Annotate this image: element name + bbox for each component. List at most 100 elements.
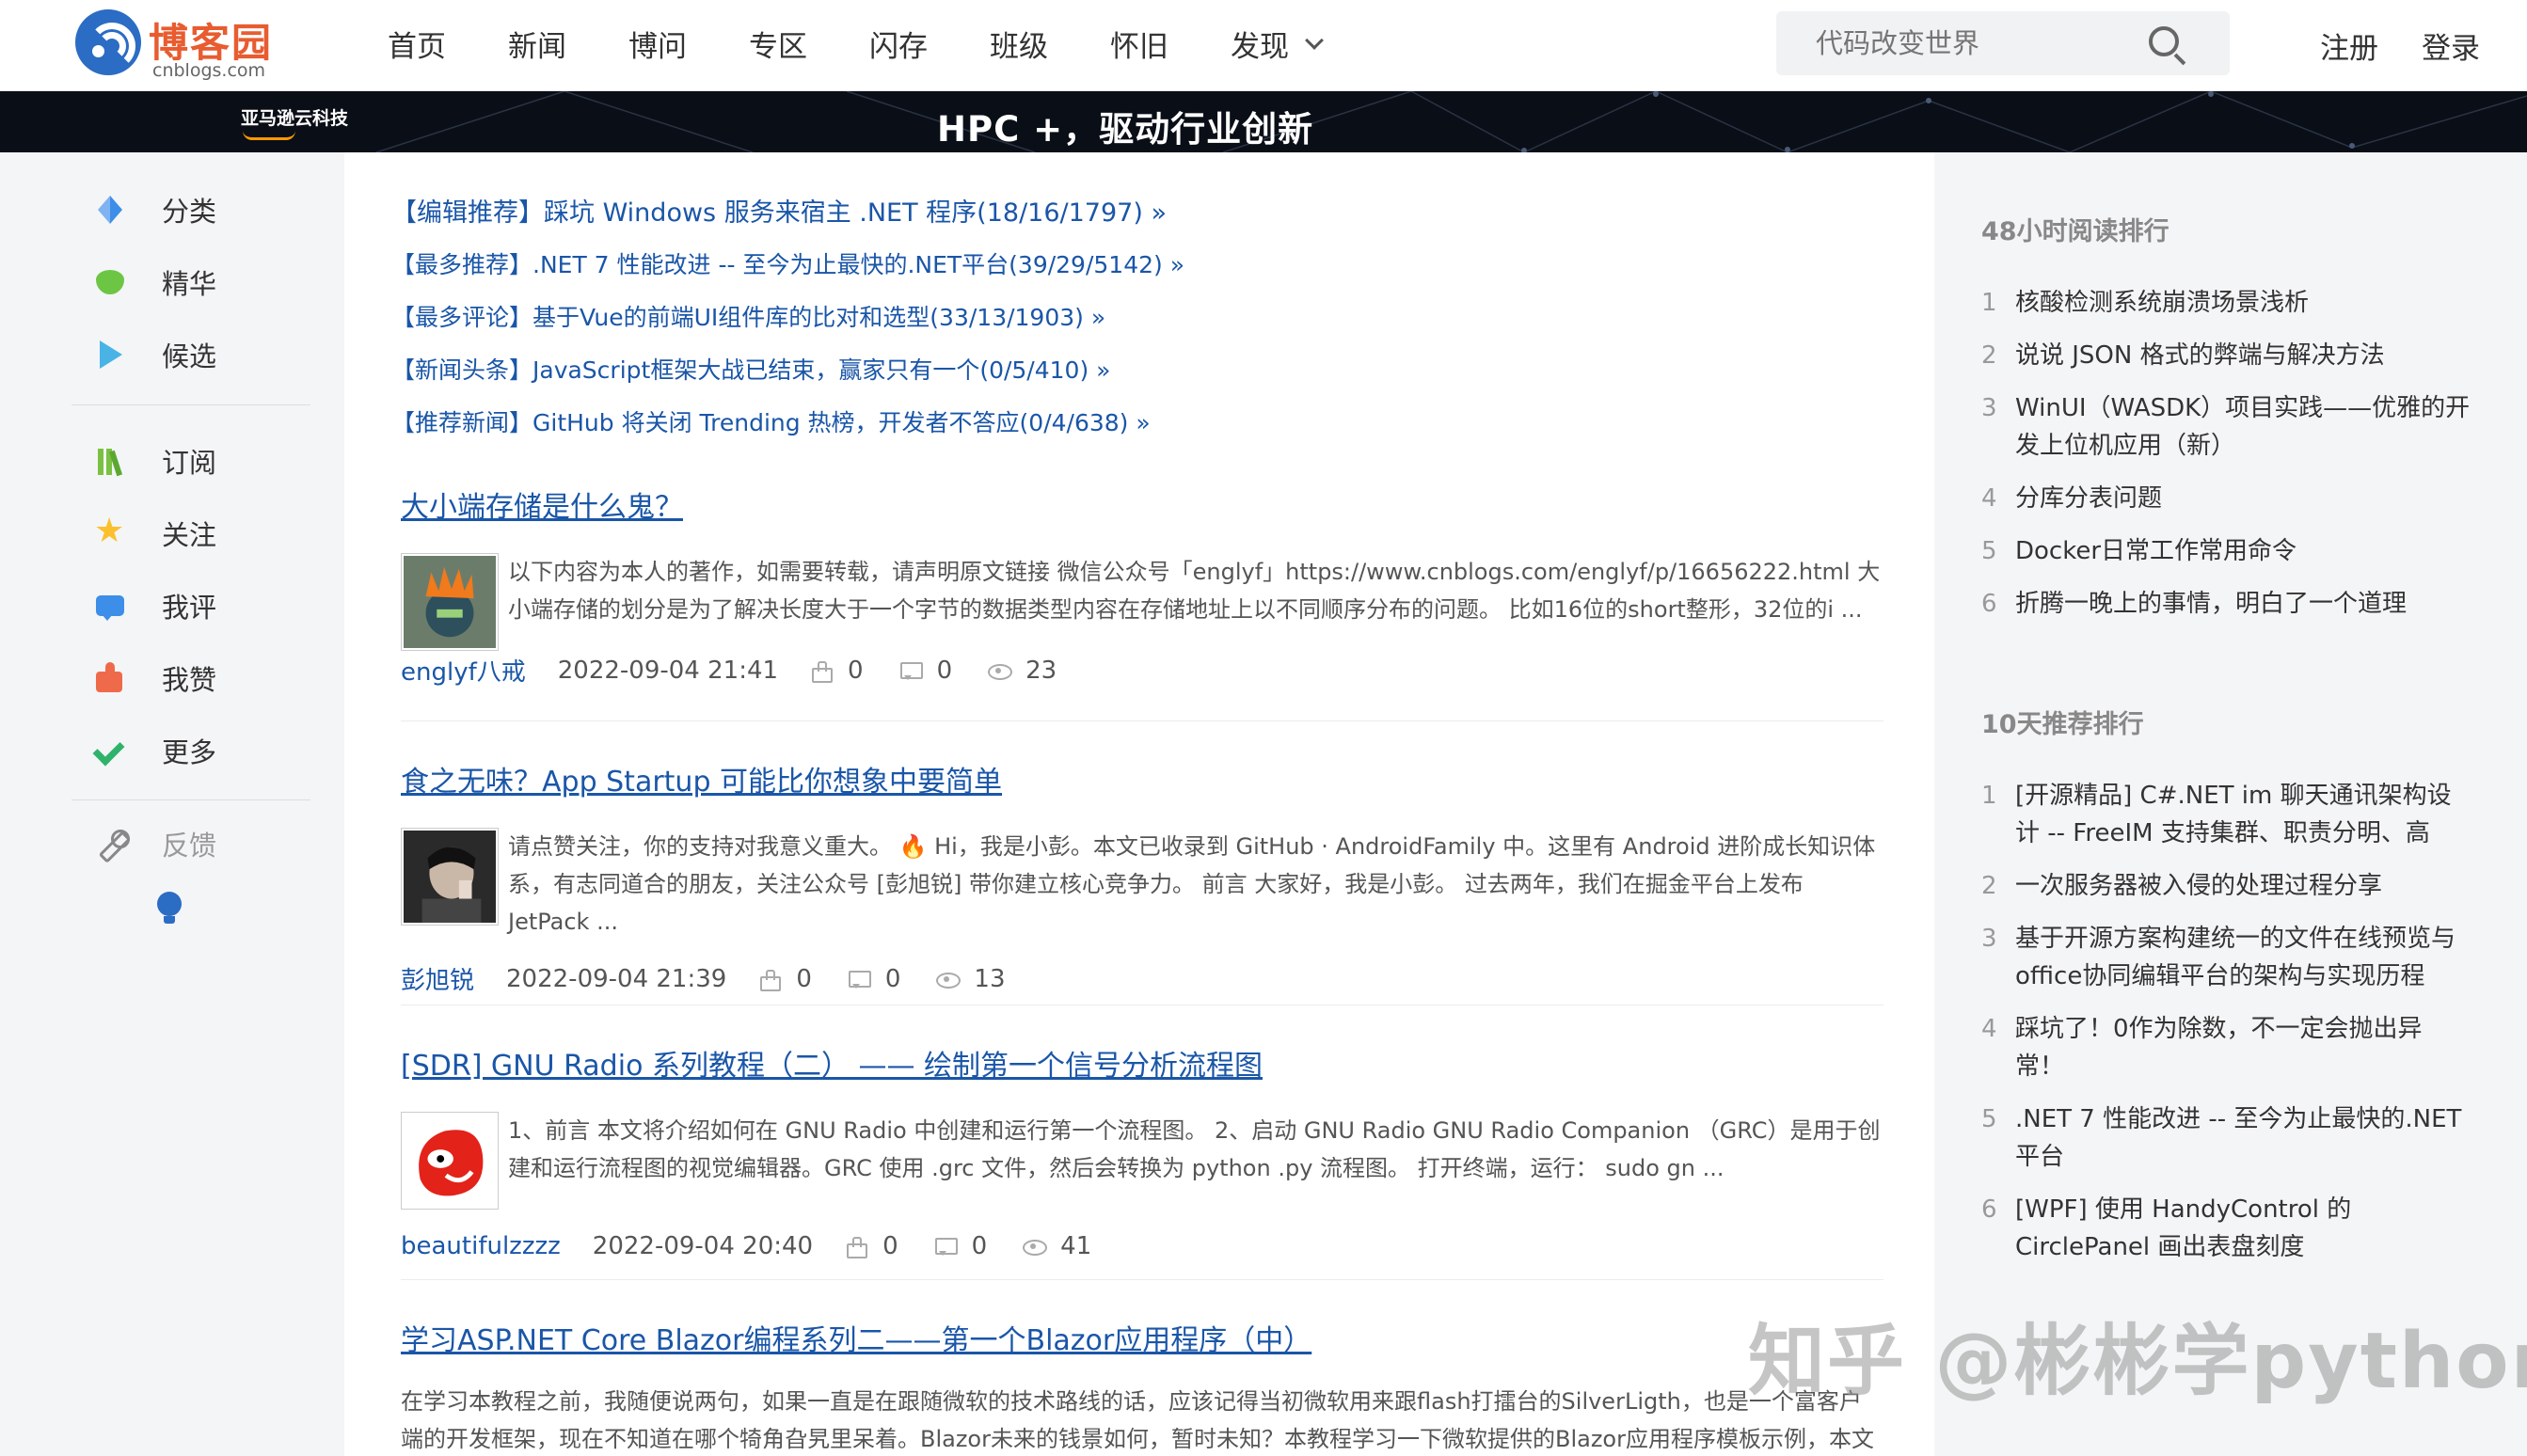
author-avatar[interactable] [401,1112,499,1210]
post-author-link[interactable]: englyf八戒 [401,653,526,688]
nav-questions[interactable]: 博问 [628,23,687,65]
register-link[interactable]: 注册 [2320,24,2378,67]
nav-news[interactable]: 新闻 [508,23,566,65]
comment-icon[interactable] [848,970,871,989]
rec-10d-item[interactable]: 6 [WPF] 使用 HandyControl 的 CirclePanel 画出表… [1981,1191,2471,1266]
nav-class[interactable]: 班级 [990,23,1048,65]
rec-10d-title: 10天推荐排行 [1981,710,2144,739]
sidebar-item-my-likes[interactable]: 我赞 [94,655,216,702]
lightbulb-icon[interactable] [156,892,183,926]
rank-link[interactable]: 核酸检测系统崩溃场景浅析 [2015,289,2309,317]
nav-flash[interactable]: 闪存 [869,23,928,65]
nav-nostalgia[interactable]: 怀旧 [1110,23,1168,65]
rank-link[interactable]: 一次服务器被入侵的处理过程分享 [2015,872,2382,900]
hot-48h-list: 1 核酸检测系统崩溃场景浅析 2 说说 JSON 格式的弊端与解决方法 3 WinUI… [1981,284,2471,623]
rec-10d-item[interactable]: 3 基于开源方案构建统一的文件在线预览与office协同编辑平台的架构与实现历程 [1981,920,2471,995]
ad-banner[interactable]: 亚马逊云科技 HPC +，驱动行业创新 [0,91,2527,152]
login-link[interactable]: 登录 [2422,24,2480,67]
like-icon[interactable] [810,660,834,683]
rec-10d-item[interactable]: 5 .NET 7 性能改进 -- 至今为止最快的.NET平台 [1981,1100,2471,1176]
sidebar-item-subscribe[interactable]: 订阅 [94,437,216,484]
rank-link[interactable]: 分库分表问题 [2015,484,2162,513]
author-avatar[interactable] [401,828,499,926]
rank-link[interactable]: 说说 JSON 格式的弊端与解决方法 [2015,341,2385,370]
post-author-link[interactable]: 彭旭锐 [401,961,474,996]
recommend-link-editor[interactable]: 【编辑推荐】踩坑 Windows 服务来宿主 .NET 程序(18/16/179… [391,192,1167,229]
search-icon[interactable] [2145,23,2186,66]
rank-link[interactable]: [WPF] 使用 HandyControl 的 CirclePanel 画出表盘… [2015,1195,2351,1261]
post-title-link[interactable]: [SDR] GNU Radio 系列教程（二） —— 绘制第一个信号分析流程图 [401,1042,1883,1084]
logo-subtext: cnblogs.com [152,60,266,81]
post-title-link[interactable]: 学习ASP.NET Core Blazor编程系列二——第一个Blazor应用程… [401,1317,1883,1358]
rank-link[interactable]: 踩坑了！0作为除数，不一定会抛出异常！ [2015,1015,2423,1081]
like-count: 0 [882,1232,898,1260]
author-avatar[interactable] [401,553,499,651]
sidebar-item-label: 我评 [162,592,217,624]
sidebar-item-candidate[interactable]: 候选 [94,331,216,378]
banner-brand: 亚马逊云科技 [241,108,349,129]
nav-discover[interactable]: 发现 [1231,23,1324,65]
rank-number: 1 [1981,289,1997,317]
view-count: 41 [1060,1232,1092,1260]
post-date: 2022-09-04 21:39 [506,964,727,993]
left-sidebar: 分类 精华 候选 订阅 关注 我评 我赞 更多 反馈 [0,152,344,1456]
hot-48h-item[interactable]: 6 折腾一晚上的事情，明白了一个道理 [1981,585,2471,623]
sidebar-item-label: 反馈 [162,830,217,862]
nav-zone[interactable]: 专区 [749,23,807,65]
comment-icon[interactable] [899,661,923,680]
hot-48h-item[interactable]: 3 WinUI（WASDK）项目实践——优雅的开发上位机应用（新） [1981,389,2471,465]
sidebar-item-following[interactable]: 关注 [94,510,216,557]
sidebar-item-label: 我赞 [162,664,217,696]
rank-number: 2 [1981,341,1997,370]
rec-10d-item[interactable]: 2 一次服务器被入侵的处理过程分享 [1981,867,2471,905]
comment-icon[interactable] [934,1237,958,1256]
post-title-link[interactable]: 食之无味？App Startup 可能比你想象中要简单 [401,758,1883,799]
hot-48h-item[interactable]: 1 核酸检测系统崩溃场景浅析 [1981,284,2471,322]
hot-48h-item[interactable]: 5 Docker日常工作常用命令 [1981,532,2471,570]
post-body: 1、前言 本文将介绍如何在 GNU Radio 中创建和运行第一个流程图。 2、… [401,1112,1883,1210]
hot-48h-item[interactable]: 4 分库分表问题 [1981,480,2471,517]
recommend-link-news[interactable]: 【推荐新闻】GitHub 将关闭 Trending 热榜，开发者不答应(0/4/… [391,404,1151,438]
zhihu-watermark: 知乎 @彬彬学python [1748,1317,2527,1406]
view-icon [1023,1237,1048,1256]
sidebar-item-category[interactable]: 分类 [94,186,216,233]
post-divider [401,720,1883,721]
sidebar-item-more[interactable]: 更多 [94,727,216,774]
rank-number: 6 [1981,1195,1997,1224]
rec-10d-item[interactable]: 1 [开源精品] C#.NET im 聊天通讯架构设计 -- FreeIM 支持集… [1981,777,2471,852]
recommend-link-most-liked[interactable]: 【最多推荐】.NET 7 性能改进 -- 至今为止最快的.NET平台(39/29… [391,246,1184,280]
nav-home[interactable]: 首页 [388,23,446,65]
rank-number: 5 [1981,1105,1997,1133]
recommend-link-most-commented[interactable]: 【最多评论】基于Vue的前端UI组件库的比对和选型(33/13/1903) » [391,299,1105,333]
view-icon [988,661,1013,680]
rank-number: 4 [1981,484,1997,513]
sidebar-item-label: 分类 [162,196,217,228]
search-input[interactable] [1816,11,2154,75]
rank-link[interactable]: WinUI（WASDK）项目实践——优雅的开发上位机应用（新） [2015,394,2470,460]
view-count: 13 [974,964,1006,993]
recommend-link-headline[interactable]: 【新闻头条】JavaScript框架大战已结束，赢家只有一个(0/5/410) … [391,352,1110,386]
avatar-image [404,831,496,923]
top-navbar: 博客园 cnblogs.com 首页 新闻 博问 专区 闪存 班级 怀旧 发现 … [0,0,2527,91]
hot-48h-item[interactable]: 2 说说 JSON 格式的弊端与解决方法 [1981,337,2471,374]
rank-link[interactable]: [开源精品] C#.NET im 聊天通讯架构设计 -- FreeIM 支持集群… [2015,782,2452,847]
hot-48h-title: 48小时阅读排行 [1981,217,2169,246]
star-icon [94,512,126,550]
post-title-link[interactable]: 大小端存储是什么鬼？ [401,483,1883,525]
rec-10d-item[interactable]: 4 踩坑了！0作为除数，不一定会抛出异常！ [1981,1010,2471,1085]
rank-link[interactable]: 折腾一晚上的事情，明白了一个道理 [2015,590,2407,618]
like-icon[interactable] [758,969,782,991]
main-content: 【编辑推荐】踩坑 Windows 服务来宿主 .NET 程序(18/16/179… [344,152,1934,1456]
like-icon[interactable] [845,1237,868,1258]
rank-link[interactable]: 基于开源方案构建统一的文件在线预览与office协同编辑平台的架构与实现历程 [2015,925,2455,990]
rank-link[interactable]: .NET 7 性能改进 -- 至今为止最快的.NET平台 [2015,1105,2461,1171]
sidebar-item-my-comments[interactable]: 我评 [94,582,216,629]
post-author-link[interactable]: beautifulzzzz [401,1232,561,1260]
site-logo[interactable]: 博客园 cnblogs.com [75,9,282,81]
rank-number: 4 [1981,1015,1997,1043]
sidebar-item-featured[interactable]: 精华 [94,259,216,306]
nav-discover-label: 发现 [1231,30,1289,64]
rank-link[interactable]: Docker日常工作常用命令 [2015,537,2297,565]
sidebar-item-feedback[interactable]: 反馈 [94,820,216,867]
sidebar-item-label: 订阅 [162,447,217,479]
